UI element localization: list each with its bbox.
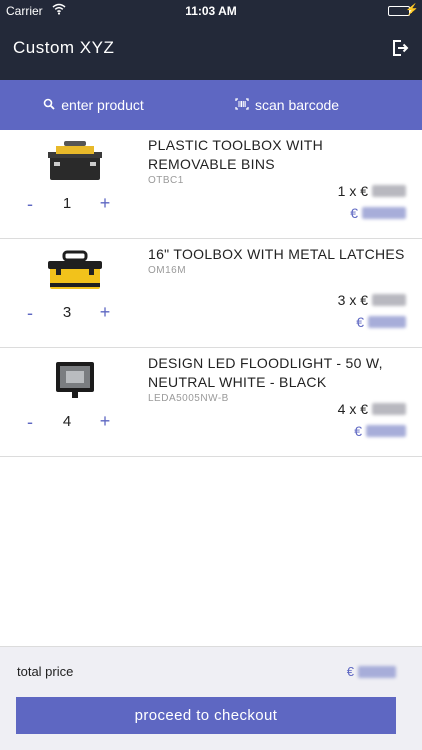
- unit-price-prefix: 3 x €: [337, 292, 368, 308]
- unit-price: 1 x €: [338, 183, 406, 199]
- unit-price-prefix: 1 x €: [337, 183, 368, 199]
- product-sku: OTBC1: [148, 175, 184, 186]
- line-total: €: [354, 423, 406, 439]
- scan-barcode-button[interactable]: scan barcode: [187, 80, 422, 130]
- barcode-icon: [235, 97, 249, 113]
- quantity-value: 1: [62, 195, 72, 212]
- list-item[interactable]: 16" TOOLBOX WITH METAL LATCHES OM16M - 3…: [0, 239, 422, 348]
- clock: 11:03 AM: [185, 4, 237, 18]
- product-sku: LEDA5005NW-B: [148, 393, 229, 404]
- line-total: €: [350, 205, 406, 221]
- nav-bar: Custom XYZ: [0, 22, 422, 80]
- total-price-label: total price: [17, 664, 74, 679]
- redacted-price: [368, 316, 406, 328]
- line-total-prefix: €: [354, 423, 362, 439]
- redacted-price: [372, 294, 406, 306]
- total-price-value: €: [347, 664, 396, 679]
- decrease-quantity-button[interactable]: -: [20, 303, 40, 324]
- unit-price: 3 x €: [338, 292, 406, 308]
- decrease-quantity-button[interactable]: -: [20, 412, 40, 433]
- unit-price: 4 x €: [338, 401, 406, 417]
- toolbox-black-image: [42, 138, 108, 184]
- logout-icon[interactable]: [390, 38, 410, 58]
- status-bar: Carrier 11:03 AM ⚡: [0, 0, 422, 22]
- line-total-prefix: €: [356, 314, 364, 330]
- list-item[interactable]: DESIGN LED FLOODLIGHT - 50 W, NEUTRAL WH…: [0, 348, 422, 457]
- proceed-to-checkout-button[interactable]: proceed to checkout: [16, 697, 396, 734]
- line-total-prefix: €: [350, 205, 358, 221]
- redacted-price: [372, 185, 406, 197]
- increase-quantity-button[interactable]: +: [94, 193, 116, 214]
- cart-list: PLASTIC TOOLBOX WITH REMOVABLE BINS OTBC…: [0, 130, 422, 457]
- redacted-price: [358, 665, 396, 678]
- unit-price-prefix: 4 x €: [337, 401, 368, 417]
- charging-icon: ⚡: [405, 4, 419, 16]
- enter-product-label: enter product: [61, 97, 144, 113]
- action-bar: enter product scan barcode: [0, 80, 422, 130]
- product-name: DESIGN LED FLOODLIGHT - 50 W, NEUTRAL WH…: [148, 355, 383, 390]
- increase-quantity-button[interactable]: +: [94, 302, 116, 323]
- redacted-price: [366, 425, 406, 437]
- cart-footer: total price € proceed to checkout: [0, 646, 422, 750]
- search-icon: [43, 97, 55, 113]
- line-total: €: [356, 314, 406, 330]
- increase-quantity-button[interactable]: +: [94, 411, 116, 432]
- scan-barcode-label: scan barcode: [255, 97, 340, 113]
- toolbox-yellow-image: [42, 247, 108, 293]
- redacted-price: [362, 207, 406, 219]
- app-title: Custom XYZ: [13, 38, 115, 57]
- quantity-value: 3: [62, 304, 72, 321]
- product-name: 16" TOOLBOX WITH METAL LATCHES: [148, 246, 405, 262]
- enter-product-button[interactable]: enter product: [0, 80, 187, 130]
- decrease-quantity-button[interactable]: -: [20, 194, 40, 215]
- total-price-prefix: €: [346, 664, 354, 679]
- list-item[interactable]: PLASTIC TOOLBOX WITH REMOVABLE BINS OTBC…: [0, 130, 422, 239]
- quantity-value: 4: [62, 413, 72, 430]
- product-name: PLASTIC TOOLBOX WITH REMOVABLE BINS: [148, 137, 324, 172]
- floodlight-image: [42, 356, 108, 402]
- redacted-price: [372, 403, 406, 415]
- product-sku: OM16M: [148, 265, 187, 276]
